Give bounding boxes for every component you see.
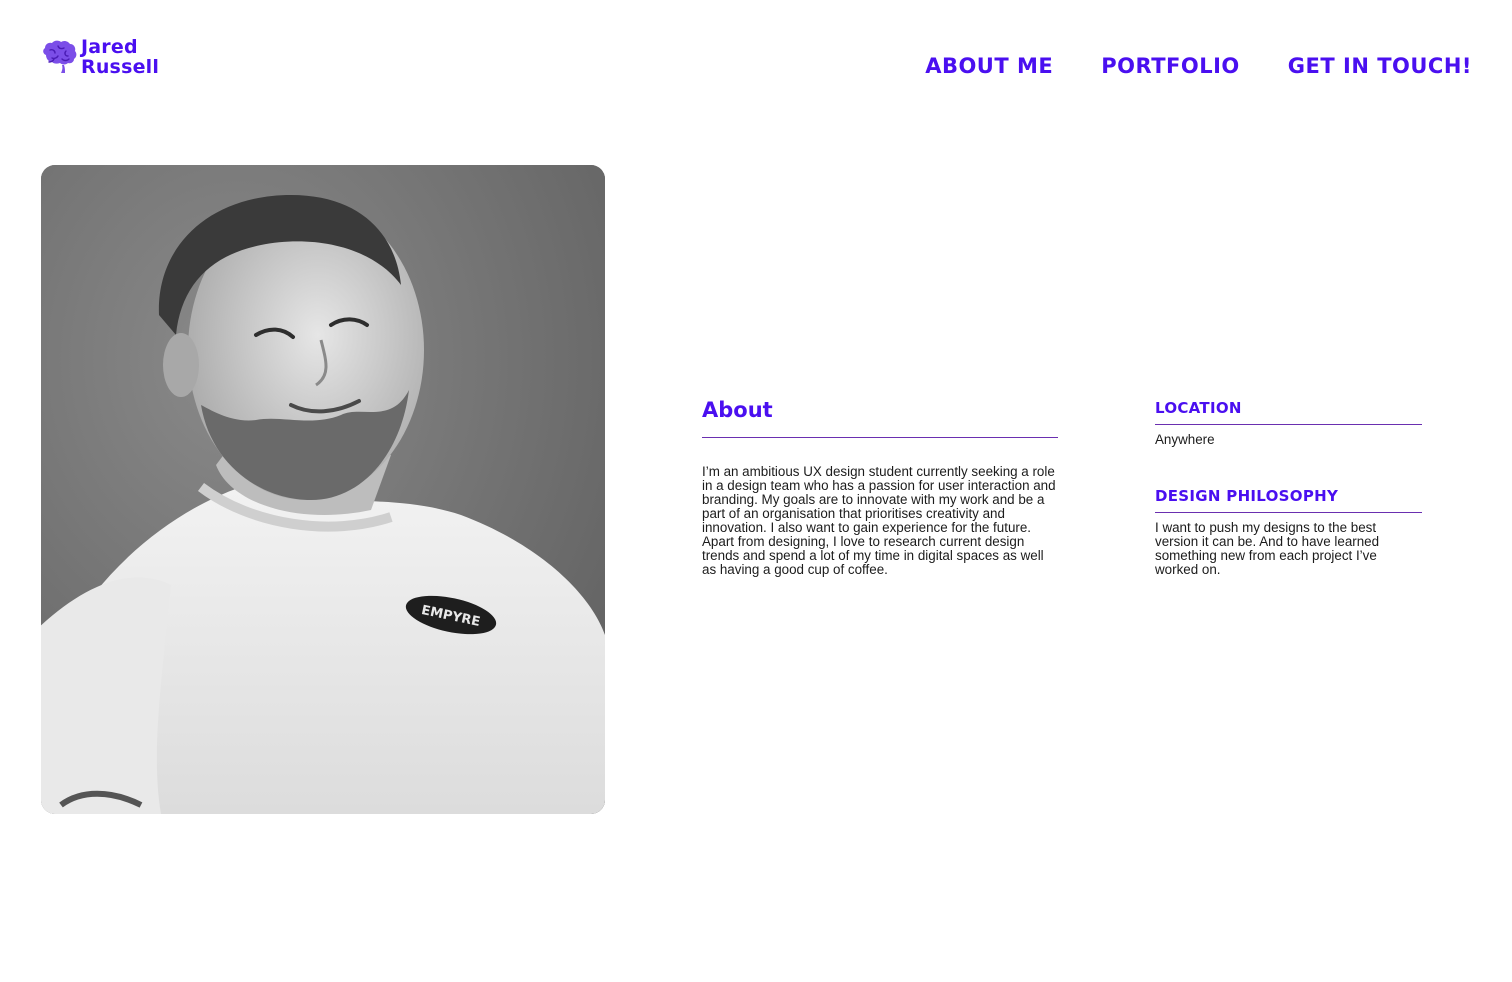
location-divider <box>1155 424 1422 425</box>
nav-portfolio[interactable]: PORTFOLIO <box>1101 54 1240 78</box>
brand-name: Jared Russell <box>81 37 159 77</box>
about-heading: About <box>702 398 773 422</box>
design-philosophy-text: I want to push my designs to the best ve… <box>1155 520 1380 577</box>
profile-photo: EMPYRE <box>41 165 605 814</box>
about-divider <box>702 437 1058 438</box>
design-philosophy-divider <box>1155 512 1422 513</box>
design-philosophy-heading: DESIGN PHILOSOPHY <box>1155 487 1339 505</box>
brand-first-name: Jared <box>81 36 138 58</box>
main-nav: ABOUT ME PORTFOLIO GET IN TOUCH! <box>925 54 1472 78</box>
location-value: Anywhere <box>1155 432 1215 447</box>
nav-get-in-touch[interactable]: GET IN TOUCH! <box>1288 54 1472 78</box>
about-section: About I’m an ambitious UX design student… <box>702 396 1058 577</box>
about-body: I’m an ambitious UX design student curre… <box>702 464 1056 577</box>
brand-home-link[interactable]: Jared Russell <box>40 37 159 77</box>
design-philosophy-section: DESIGN PHILOSOPHY I want to push my desi… <box>1155 486 1422 577</box>
location-heading: LOCATION <box>1155 399 1242 417</box>
brain-icon <box>40 40 78 74</box>
nav-about-me[interactable]: ABOUT ME <box>925 54 1053 78</box>
location-section: LOCATION Anywhere <box>1155 398 1422 447</box>
brand-last-name: Russell <box>81 56 160 78</box>
